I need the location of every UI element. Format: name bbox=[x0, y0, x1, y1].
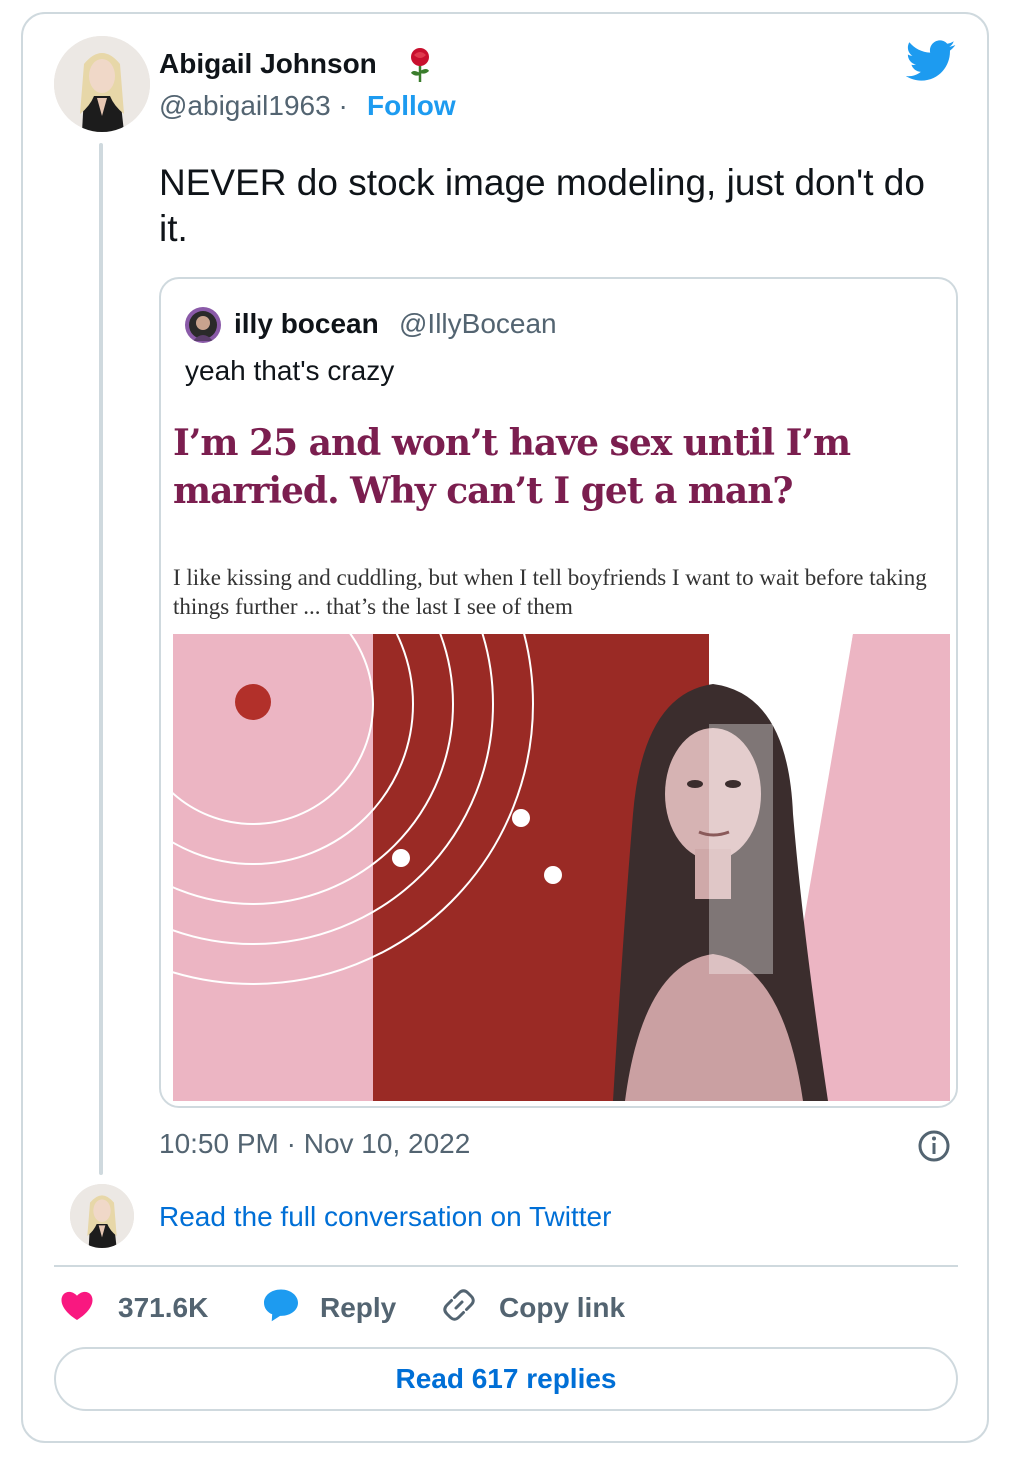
twitter-bird-icon[interactable] bbox=[905, 40, 956, 87]
reply-button[interactable]: Reply bbox=[262, 1288, 397, 1329]
like-button[interactable]: 371.6K bbox=[60, 1290, 208, 1326]
quoted-author-handle[interactable]: @IllyBocean bbox=[399, 307, 557, 341]
link-icon bbox=[441, 1287, 477, 1330]
author-handle[interactable]: @abigail1963 · bbox=[159, 88, 348, 124]
article-illustration bbox=[161, 423, 950, 1101]
thread-line bbox=[99, 143, 103, 1175]
divider bbox=[54, 1265, 958, 1267]
like-count: 371.6K bbox=[118, 1292, 209, 1323]
reader-avatar[interactable] bbox=[70, 1184, 134, 1248]
copy-link-button[interactable]: Copy link bbox=[441, 1288, 626, 1326]
reply-bubble-icon bbox=[262, 1288, 300, 1329]
copy-link-label: Copy link bbox=[499, 1292, 626, 1323]
read-full-conversation-link[interactable]: Read the full conversation on Twitter bbox=[159, 1199, 611, 1235]
rose-icon bbox=[405, 47, 435, 88]
info-icon[interactable] bbox=[917, 1129, 951, 1168]
quoted-avatar[interactable] bbox=[185, 307, 221, 343]
heart-icon bbox=[60, 1289, 94, 1328]
article-headline: I’m 25 and won’t have sex until I’m marr… bbox=[173, 422, 851, 512]
tweet-timestamp[interactable]: 10:50 PM · Nov 10, 2022 bbox=[159, 1126, 470, 1162]
article-standfirst: I like kissing and cuddling, but when I … bbox=[173, 565, 927, 619]
quoted-tweet[interactable]: illy bocean @IllyBocean yeah that's craz… bbox=[159, 277, 958, 1108]
author-name[interactable]: Abigail Johnson bbox=[159, 46, 377, 82]
quoted-author-name[interactable]: illy bocean bbox=[234, 307, 379, 341]
follow-button[interactable]: Follow bbox=[367, 88, 456, 124]
read-replies-button[interactable]: Read 617 replies bbox=[54, 1347, 958, 1411]
quoted-tweet-text: yeah that's crazy bbox=[185, 355, 395, 386]
reply-label: Reply bbox=[320, 1292, 397, 1323]
author-avatar[interactable] bbox=[54, 36, 150, 132]
tweet-text: NEVER do stock image modeling, just don'… bbox=[159, 162, 925, 249]
